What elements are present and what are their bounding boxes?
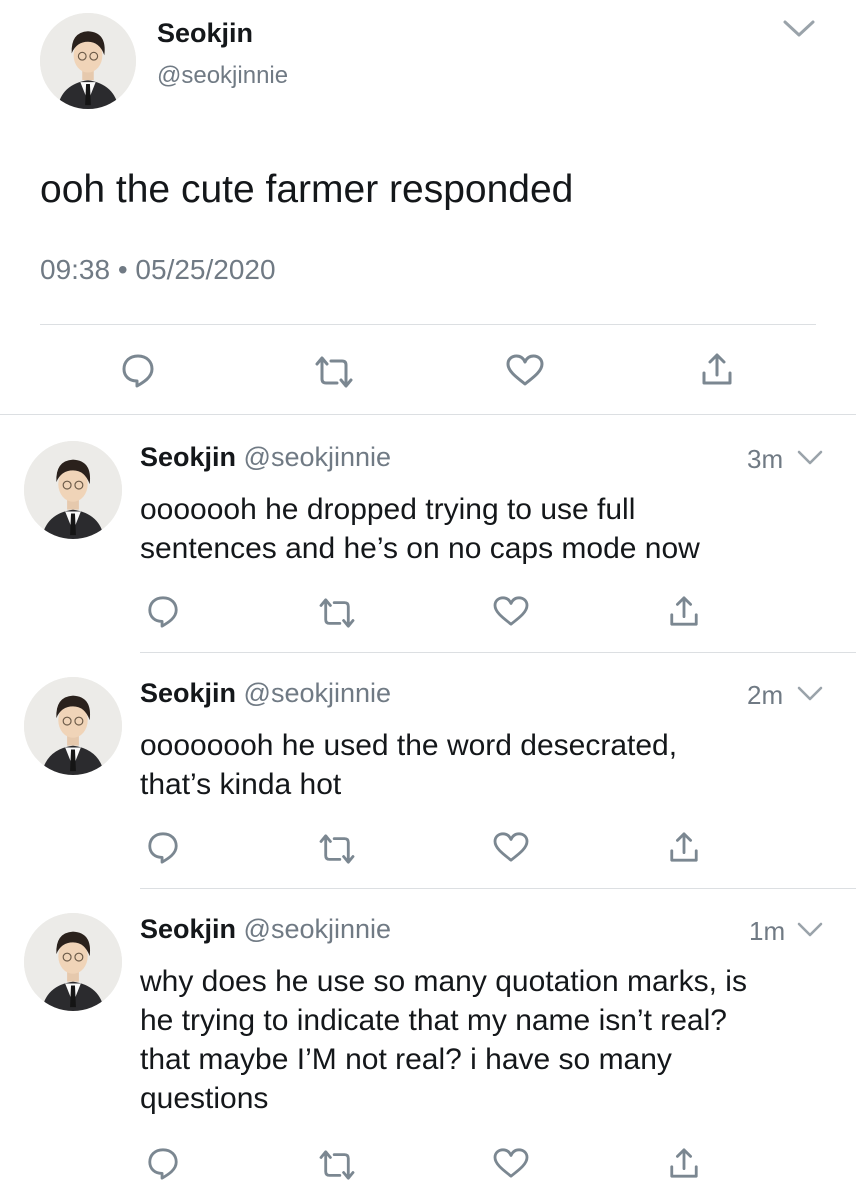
reply-text: why does he use so many quotation marks,… bbox=[140, 962, 747, 1118]
retweet-icon[interactable] bbox=[317, 833, 357, 865]
reply-header: Seokjin @seokjinnie bbox=[140, 678, 391, 709]
reply-text-line: oooooooh he used the word desecrated, bbox=[140, 729, 678, 762]
reply-text-line: that maybe I’M not real? i have so many bbox=[140, 1043, 672, 1076]
chevron-down-icon[interactable] bbox=[796, 448, 824, 468]
display-name[interactable]: Seokjin bbox=[140, 678, 236, 708]
reply-icon[interactable] bbox=[146, 594, 180, 628]
timestamp[interactable]: 09:38 • 05/25/2020 bbox=[40, 254, 276, 286]
divider bbox=[0, 414, 856, 415]
divider bbox=[140, 652, 856, 653]
heart-icon[interactable] bbox=[492, 831, 530, 863]
heart-icon[interactable] bbox=[492, 1147, 530, 1179]
share-icon[interactable] bbox=[668, 1146, 700, 1180]
handle[interactable]: @seokjinnie bbox=[244, 442, 392, 472]
handle[interactable]: @seokjinnie bbox=[244, 678, 392, 708]
display-name[interactable]: Seokjin bbox=[140, 914, 236, 944]
reply-text-line: sentences and he’s on no caps mode now bbox=[140, 532, 700, 565]
reply-icon[interactable] bbox=[146, 830, 180, 864]
reply-text: ooooooh he dropped trying to use full se… bbox=[140, 490, 700, 568]
reply-icon[interactable] bbox=[120, 352, 156, 388]
retweet-icon[interactable] bbox=[313, 355, 355, 389]
avatar[interactable] bbox=[24, 677, 122, 775]
reply-time[interactable]: 1m bbox=[749, 916, 785, 947]
reply-time[interactable]: 2m bbox=[747, 680, 783, 711]
chevron-down-icon[interactable] bbox=[796, 920, 824, 940]
avatar[interactable] bbox=[40, 13, 136, 109]
reply-text-line: he trying to indicate that my name isn’t… bbox=[140, 1004, 727, 1037]
reply-text: oooooooh he used the word desecrated, th… bbox=[140, 726, 677, 804]
reply-header: Seokjin @seokjinnie bbox=[140, 914, 391, 945]
chevron-down-icon[interactable] bbox=[781, 17, 817, 41]
heart-icon[interactable] bbox=[492, 595, 530, 627]
tweet-text: ooh the cute farmer responded bbox=[40, 168, 574, 211]
heart-icon[interactable] bbox=[505, 353, 545, 387]
divider bbox=[40, 324, 816, 325]
share-icon[interactable] bbox=[668, 830, 700, 864]
avatar[interactable] bbox=[24, 441, 122, 539]
avatar[interactable] bbox=[24, 913, 122, 1011]
display-name[interactable]: Seokjin bbox=[140, 442, 236, 472]
reply-text-line: why does he use so many quotation marks,… bbox=[140, 965, 747, 998]
handle[interactable]: @seokjinnie bbox=[244, 914, 392, 944]
reply-text-line: questions bbox=[140, 1082, 269, 1115]
reply-header: Seokjin @seokjinnie bbox=[140, 442, 391, 473]
retweet-icon[interactable] bbox=[317, 597, 357, 629]
reply-text-line: ooooooh he dropped trying to use full bbox=[140, 493, 636, 526]
reply-time[interactable]: 3m bbox=[747, 444, 783, 475]
display-name[interactable]: Seokjin bbox=[157, 18, 253, 49]
reply-icon[interactable] bbox=[146, 1146, 180, 1180]
chevron-down-icon[interactable] bbox=[796, 684, 824, 704]
reply-text-line: that’s kinda hot bbox=[140, 768, 342, 801]
divider bbox=[140, 888, 856, 889]
share-icon[interactable] bbox=[700, 351, 734, 387]
retweet-icon[interactable] bbox=[317, 1149, 357, 1181]
handle[interactable]: @seokjinnie bbox=[157, 62, 288, 90]
share-icon[interactable] bbox=[668, 594, 700, 628]
